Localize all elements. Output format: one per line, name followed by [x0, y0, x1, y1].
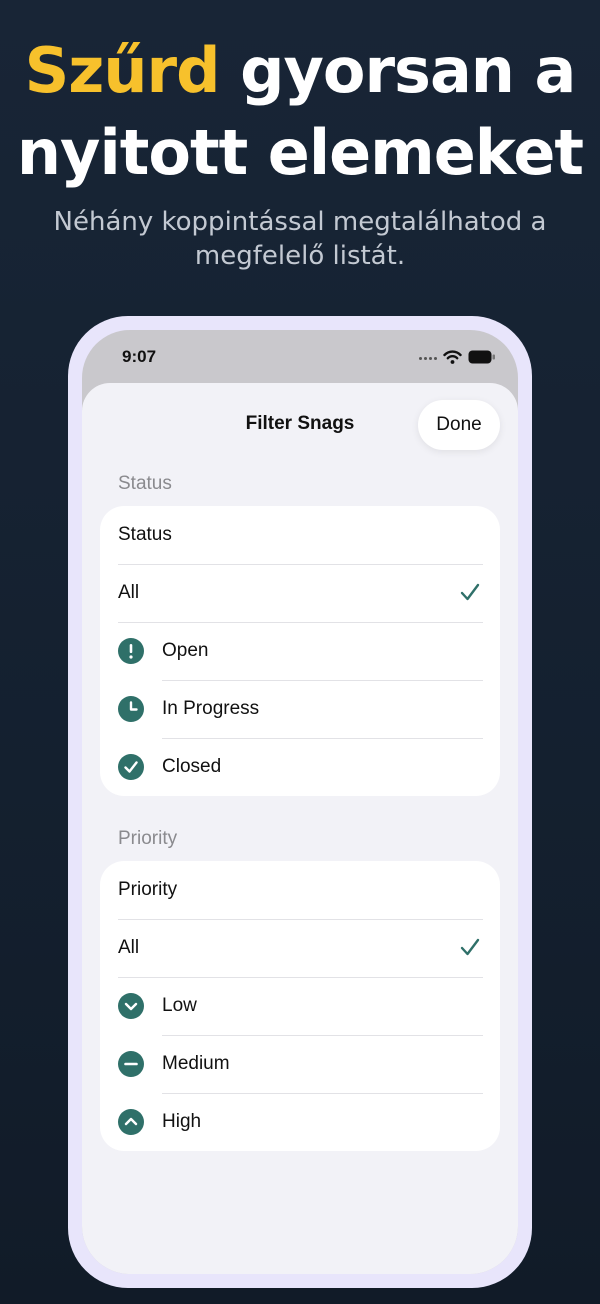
priority-option-low[interactable]: Low: [100, 977, 500, 1035]
status-option-in-progress[interactable]: In Progress: [100, 680, 500, 738]
status-card: Status All Open In Progress Closed: [100, 506, 500, 796]
headline-line-2: nyitott elemeket: [16, 116, 584, 189]
status-option-all[interactable]: All: [100, 564, 500, 622]
status-section-header: Status: [118, 473, 172, 494]
headline-line-1: Szűrd gyorsan a: [0, 30, 600, 112]
status-option-label: All: [118, 582, 140, 603]
priority-picker-row[interactable]: Priority: [100, 861, 500, 919]
exclamation-circle-icon: [118, 638, 144, 664]
subheadline-line-2: megfelelő listát.: [194, 241, 406, 271]
clock-circle-icon: [118, 696, 144, 722]
priority-option-label: Low: [162, 995, 197, 1016]
status-option-open[interactable]: Open: [100, 622, 500, 680]
filter-sheet: Filter Snags Done Status Status All Open…: [82, 383, 518, 1274]
status-option-label: In Progress: [162, 698, 260, 719]
phone-screen: 9:07 Filter Snags Done Status Status All…: [82, 330, 518, 1274]
priority-option-high[interactable]: High: [100, 1093, 500, 1151]
status-picker-label: Status: [118, 524, 172, 545]
headline-rest: gyorsan a: [219, 34, 576, 107]
cellular-signal-icon: [419, 357, 437, 360]
priority-card: Priority All Low Medium High: [100, 861, 500, 1151]
status-time: 9:07: [122, 347, 157, 366]
checkmark-circle-icon: [118, 754, 144, 780]
battery-icon: [468, 349, 496, 368]
chevron-up-circle-icon: [118, 1109, 144, 1135]
status-option-closed[interactable]: Closed: [100, 738, 500, 796]
status-option-label: Open: [162, 640, 209, 661]
status-option-label: Closed: [162, 756, 222, 777]
promo-subheadline: Néhány koppintással megtalálhatod a megf…: [0, 205, 600, 273]
wifi-icon: [443, 349, 462, 368]
priority-option-label: Medium: [162, 1053, 230, 1074]
phone-frame: 9:07 Filter Snags Done Status Status All…: [68, 316, 532, 1288]
status-picker-row[interactable]: Status: [100, 506, 500, 564]
done-button[interactable]: Done: [418, 400, 500, 450]
headline-accent-word: Szűrd: [24, 34, 221, 107]
priority-section-header: Priority: [118, 828, 178, 849]
minus-circle-icon: [118, 1051, 144, 1077]
priority-picker-label: Priority: [118, 879, 178, 900]
priority-option-medium[interactable]: Medium: [100, 1035, 500, 1093]
promo-headline: Szűrd gyorsan a nyitott elemeket: [0, 30, 600, 194]
status-bar: 9:07: [82, 330, 518, 386]
checkmark-icon: [460, 937, 480, 963]
priority-option-all[interactable]: All: [100, 919, 500, 977]
priority-option-label: All: [118, 937, 140, 958]
status-icons: [419, 349, 496, 368]
subheadline-line-1: Néhány koppintással megtalálhatod a: [53, 207, 547, 237]
priority-option-label: High: [162, 1111, 202, 1132]
chevron-down-circle-icon: [118, 993, 144, 1019]
checkmark-icon: [460, 582, 480, 608]
